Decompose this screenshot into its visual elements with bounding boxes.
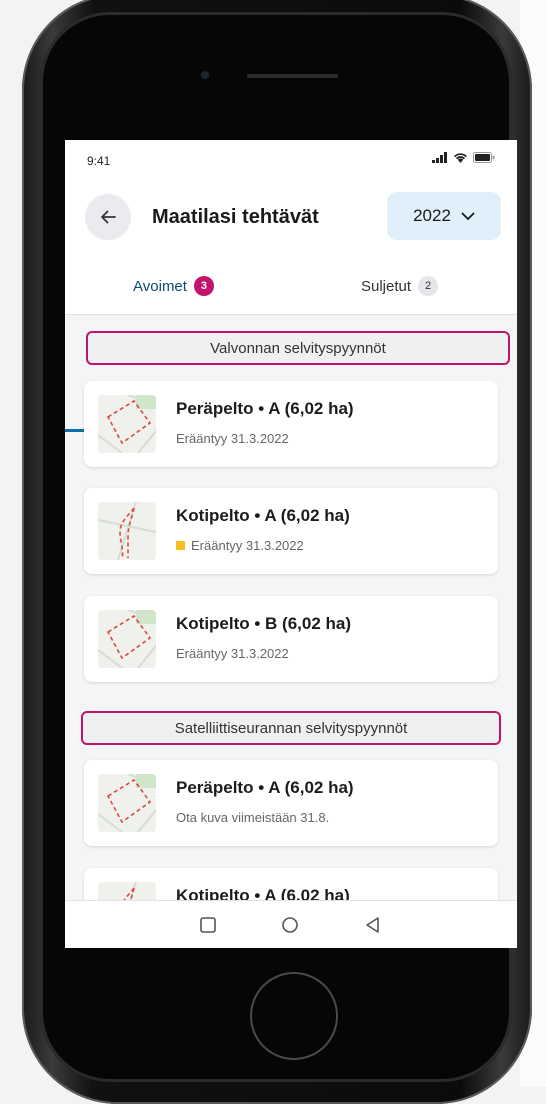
card-subtitle: Erääntyy 31.3.2022 (176, 538, 304, 553)
card-title: Kotipelto • B (6,02 ha) (176, 614, 352, 633)
field-map-thumbnail (98, 610, 156, 668)
status-icons (432, 152, 495, 163)
card-subtitle: Erääntyy 31.3.2022 (176, 431, 289, 446)
year-dropdown[interactable]: 2022 (387, 192, 501, 240)
home-nav-button[interactable] (278, 913, 302, 937)
card-subtitle: Ota kuva viimeistään 31.8. (176, 810, 329, 825)
circle-icon (282, 917, 298, 933)
due-date: Erääntyy 31.3.2022 (176, 431, 289, 446)
arrow-left-icon (101, 210, 116, 224)
task-card[interactable]: Kotipelto • A (6,02 ha) Erääntyy 31.3.20… (84, 488, 498, 574)
signal-icon (432, 152, 447, 163)
section-header: Valvonnan selvityspyynnöt (86, 331, 510, 365)
year-value: 2022 (413, 206, 451, 225)
android-nav-bar (65, 900, 517, 948)
triangle-back-icon (366, 917, 379, 933)
page-title: Maatilasi tehtävät (152, 206, 319, 228)
app-screen: 9:41 Maatilasi tehtävät 2022 Avoimet 3 S… (65, 140, 517, 948)
recent-apps-button[interactable] (196, 913, 220, 937)
back-nav-button[interactable] (361, 913, 385, 937)
section-header: Satelliittiseurannan selvityspyynnöt (81, 711, 501, 745)
tab-suljetut[interactable]: Suljetut 2 (282, 258, 517, 314)
tab-label: Suljetut (360, 277, 412, 295)
card-title: Peräpelto • A (6,02 ha) (176, 399, 354, 418)
warning-square-icon (176, 541, 185, 550)
field-map-thumbnail (98, 502, 156, 560)
chevron-down-icon (461, 212, 475, 220)
task-card[interactable]: Kotipelto • B (6,02 ha) Erääntyy 31.3.20… (84, 596, 498, 682)
count-badge: 2 (418, 276, 439, 296)
status-bar: 9:41 (65, 140, 517, 180)
phone-home-button[interactable] (250, 972, 338, 1060)
square-icon (200, 917, 216, 933)
app-header: Maatilasi tehtävät 2022 (65, 180, 517, 258)
field-map-thumbnail (98, 774, 156, 832)
due-date: Erääntyy 31.3.2022 (191, 538, 304, 553)
task-card[interactable]: Peräpelto • A (6,02 ha) Ota kuva viimeis… (84, 760, 498, 846)
battery-icon (473, 152, 495, 163)
tab-bar: Avoimet 3 Suljetut 2 (65, 258, 517, 432)
card-title: Kotipelto • A (6,02 ha) (176, 506, 350, 525)
status-time: 9:41 (87, 154, 111, 168)
field-map-thumbnail (98, 395, 156, 453)
task-card[interactable]: Peräpelto • A (6,02 ha) Erääntyy 31.3.20… (84, 381, 498, 467)
due-date: Ota kuva viimeistään 31.8. (176, 810, 330, 825)
card-subtitle: Erääntyy 31.3.2022 (176, 646, 289, 661)
count-badge: 3 (193, 276, 214, 296)
wifi-icon (454, 153, 467, 163)
card-title: Peräpelto • A (6,02 ha) (176, 778, 354, 797)
front-camera-icon (201, 71, 209, 79)
tab-avoimet[interactable]: Avoimet 3 (65, 258, 282, 314)
speaker-grille (247, 74, 338, 78)
due-date: Erääntyy 31.3.2022 (176, 646, 289, 661)
tab-label: Avoimet (133, 277, 187, 295)
back-button[interactable] (85, 194, 131, 240)
